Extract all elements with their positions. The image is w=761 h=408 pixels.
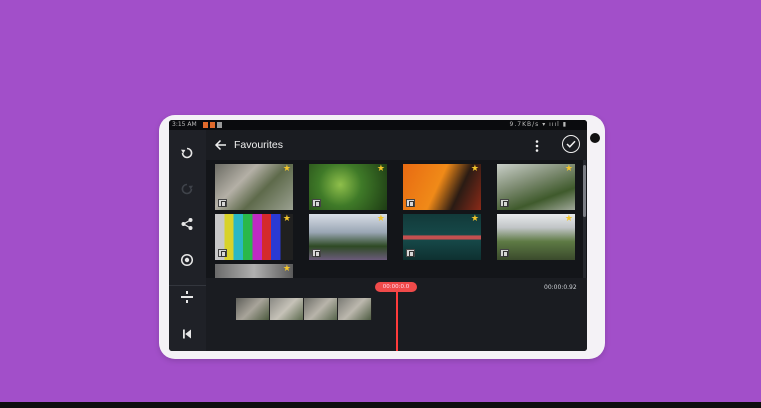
- favourites-grid: ★ ★ ★ ★ ★ ★ ★ ★ ★: [206, 160, 587, 278]
- video-badge-icon: [500, 199, 509, 207]
- split-button[interactable]: [178, 288, 196, 306]
- sidebar-divider: [169, 285, 206, 286]
- favourite-star-icon[interactable]: ★: [565, 165, 573, 174]
- media-thumbnail[interactable]: ★: [403, 164, 481, 210]
- clip-frame: [304, 298, 338, 320]
- undo-icon: [181, 147, 193, 159]
- timeline-clip[interactable]: [236, 298, 372, 320]
- bottom-bar: [0, 402, 761, 408]
- status-indicators: 9.7KB/s ▾ ıııl ▮: [509, 121, 567, 128]
- video-badge-icon: [218, 199, 227, 207]
- media-thumbnail[interactable]: ★: [497, 214, 575, 260]
- video-badge-icon: [312, 249, 321, 257]
- timeline[interactable]: 00:00:0.0 00:00:0.92: [206, 278, 587, 351]
- current-time: 00:00:0.0: [375, 282, 417, 292]
- favourite-star-icon[interactable]: ★: [283, 165, 291, 174]
- clip-frame: [338, 298, 372, 320]
- app-screen: 3:15 AM 9.7KB/s ▾ ıııl ▮ Favourites ★ ★ …: [169, 120, 587, 351]
- clip-frame: [236, 298, 270, 320]
- media-thumbnail[interactable]: ★: [309, 214, 387, 260]
- favourite-star-icon[interactable]: ★: [565, 215, 573, 224]
- playhead[interactable]: [396, 284, 398, 351]
- undo-button[interactable]: [178, 144, 196, 162]
- media-thumbnail[interactable]: ★: [497, 164, 575, 210]
- share-icon: [181, 218, 193, 230]
- favourite-star-icon[interactable]: ★: [471, 165, 479, 174]
- total-duration: 00:00:0.92: [544, 284, 577, 291]
- notification-icon: [203, 122, 208, 128]
- page-title: Favourites: [234, 139, 284, 151]
- video-badge-icon: [312, 199, 321, 207]
- grid-scroll-thumb[interactable]: [583, 165, 586, 217]
- media-thumbnail[interactable]: ★: [309, 164, 387, 210]
- skip-to-start-button[interactable]: [178, 325, 196, 343]
- capture-icon: [180, 253, 194, 267]
- favourite-star-icon[interactable]: ★: [283, 215, 291, 224]
- favourite-star-icon[interactable]: ★: [283, 265, 291, 274]
- capture-button[interactable]: [178, 251, 196, 269]
- redo-button[interactable]: [178, 180, 196, 198]
- video-badge-icon: [406, 199, 415, 207]
- camera-dot: [590, 133, 600, 143]
- video-badge-icon: [500, 249, 509, 257]
- favourite-star-icon[interactable]: ★: [377, 215, 385, 224]
- notification-icon: [210, 122, 215, 128]
- media-thumbnail[interactable]: ★: [215, 214, 293, 260]
- video-badge-icon: [406, 249, 415, 257]
- media-thumbnail[interactable]: ★: [403, 214, 481, 260]
- notification-icon: [217, 122, 222, 128]
- favourite-star-icon[interactable]: ★: [471, 215, 479, 224]
- status-bar: 3:15 AM 9.7KB/s ▾ ıııl ▮: [169, 120, 587, 130]
- split-icon: [181, 291, 193, 303]
- media-thumbnail[interactable]: ★: [215, 164, 293, 210]
- back-arrow-icon[interactable]: [214, 139, 227, 151]
- clip-frame: [270, 298, 304, 320]
- media-thumbnail[interactable]: ★: [215, 264, 293, 278]
- editor-sidebar: [169, 130, 206, 351]
- favourite-star-icon[interactable]: ★: [377, 165, 385, 174]
- more-options-icon[interactable]: [534, 139, 540, 153]
- skip-to-start-icon: [183, 329, 191, 339]
- header: Favourites: [206, 130, 587, 160]
- video-badge-icon: [218, 249, 227, 257]
- confirm-button[interactable]: [562, 135, 580, 153]
- redo-icon: [181, 183, 193, 195]
- share-button[interactable]: [178, 215, 196, 233]
- checkmark-icon: [566, 140, 576, 148]
- status-time: 3:15 AM: [172, 121, 197, 128]
